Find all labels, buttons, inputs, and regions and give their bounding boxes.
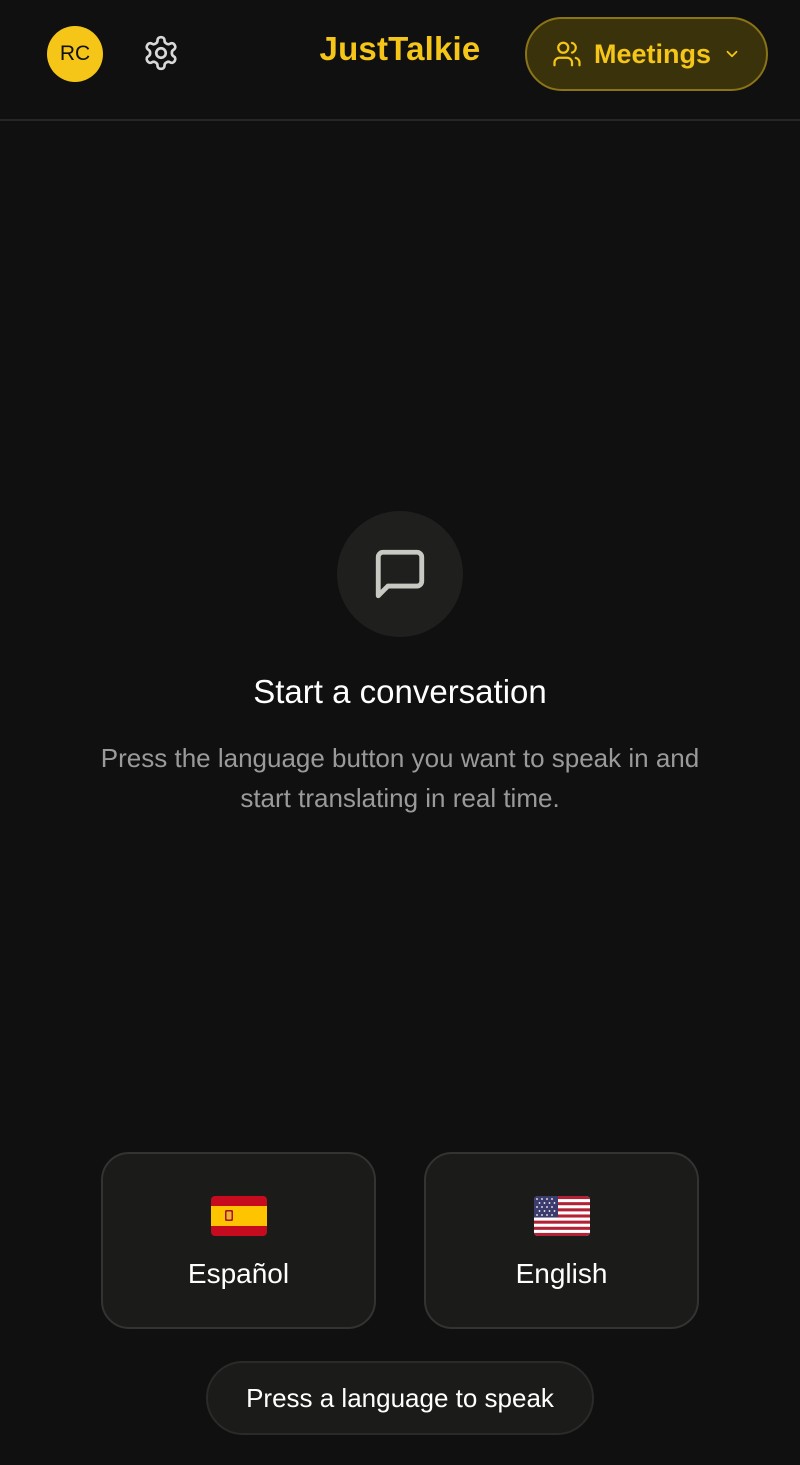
speak-hint: Press a language to speak xyxy=(206,1361,594,1435)
us-flag-icon xyxy=(534,1196,590,1236)
empty-state-subtitle: Press the language button you want to sp… xyxy=(100,743,700,813)
gear-icon xyxy=(145,35,177,71)
empty-state-icon-circle xyxy=(337,511,463,637)
user-avatar[interactable]: RC xyxy=(47,26,103,82)
language-button-espanol[interactable]: Español xyxy=(101,1152,376,1329)
settings-button[interactable] xyxy=(140,32,182,74)
language-label: Español xyxy=(187,1258,290,1289)
app-title: JustTalkie xyxy=(319,30,481,67)
app-root: RC JustTalkie Meetings Start a conversat… xyxy=(0,0,800,1465)
spain-flag-icon xyxy=(211,1196,267,1236)
language-button-english[interactable]: English xyxy=(424,1152,699,1329)
empty-state-title: Start a conversation xyxy=(253,673,547,710)
meetings-label: Meetings xyxy=(593,38,712,69)
chevron-down-icon xyxy=(726,50,738,58)
language-label: English xyxy=(515,1258,608,1289)
top-bar: RC JustTalkie Meetings xyxy=(0,0,800,121)
speak-hint-text: Press a language to speak xyxy=(246,1382,554,1413)
meetings-dropdown-button[interactable]: Meetings xyxy=(525,17,768,91)
avatar-initials: RC xyxy=(59,42,91,65)
chat-bubble-icon xyxy=(375,549,425,599)
users-icon xyxy=(553,41,581,67)
